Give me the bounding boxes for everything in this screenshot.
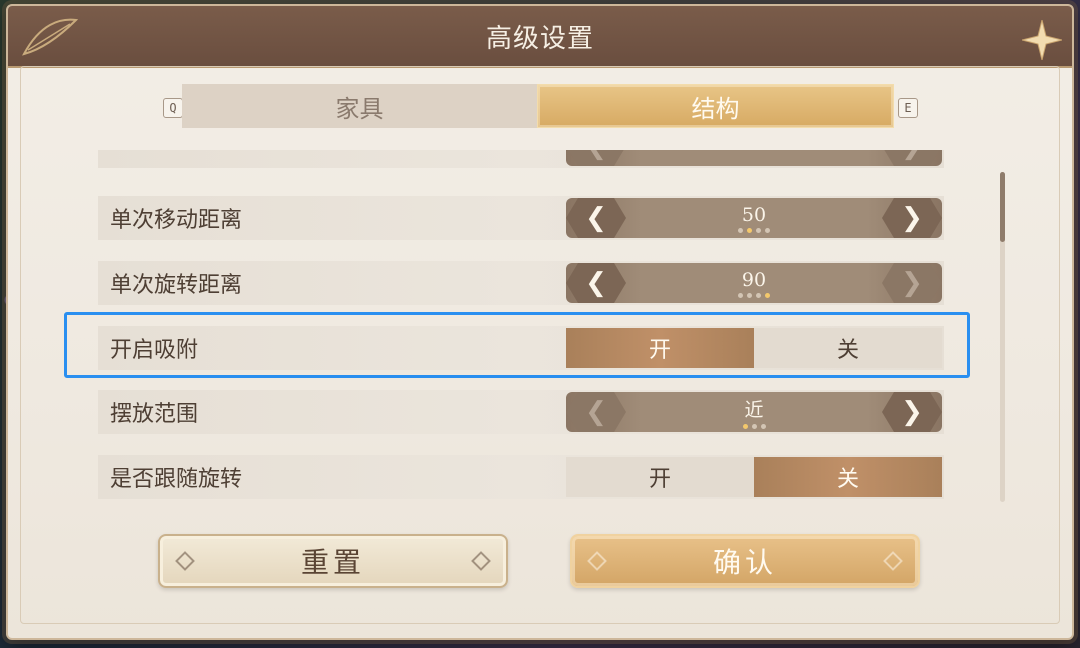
- settings-scrollbar[interactable]: [1000, 172, 1005, 502]
- settings-row-rotate-distance: 单次旋转距离 ❮ 90 ❯: [98, 261, 944, 305]
- settings-row-place-range: 摆放范围 ❮ 近 ❯: [98, 390, 944, 434]
- snap-off-option[interactable]: 关: [754, 328, 942, 368]
- diamond-ornament-icon: [175, 551, 195, 571]
- star-ornament-icon: [1022, 20, 1062, 60]
- chevron-right-icon: ❯: [882, 150, 942, 166]
- rotate-distance-label: 单次旋转距离: [110, 273, 243, 298]
- settings-row-partial: ❮ ❯: [98, 150, 944, 168]
- place-range-label: 摆放范围: [110, 402, 199, 427]
- move-distance-label: 单次移动距离: [110, 208, 243, 233]
- leaf-ornament-icon: [22, 18, 79, 56]
- scrollbar-thumb[interactable]: [1000, 172, 1005, 242]
- move-distance-value: 50: [741, 203, 767, 226]
- snap-on-option[interactable]: 开: [566, 328, 754, 368]
- move-distance-level-dots: [738, 227, 770, 233]
- category-tabs: 家具 结构: [182, 84, 894, 128]
- diamond-ornament-icon: [883, 551, 903, 571]
- reset-button-label: 重置: [300, 546, 365, 579]
- move-distance-stepper: ❮ 50 ❯: [566, 198, 942, 238]
- settings-row-snap: 开启吸附 开 关: [98, 326, 944, 370]
- diamond-ornament-icon: [587, 551, 607, 571]
- place-range-value: 近: [744, 399, 764, 421]
- place-range-increase-button[interactable]: ❯: [882, 392, 942, 432]
- settings-row-move-distance: 单次移动距离 ❮ 50 ❯: [98, 196, 944, 240]
- rotate-distance-stepper: ❮ 90 ❯: [566, 263, 942, 303]
- tab-next-key-hint: E: [898, 98, 918, 118]
- rotate-distance-level-dots: [738, 292, 770, 298]
- follow-rotation-toggle: 开 关: [566, 457, 942, 497]
- tab-structure[interactable]: 结构: [537, 84, 894, 128]
- settings-row-follow-rotation: 是否跟随旋转 开 关: [98, 455, 944, 499]
- chevron-left-icon: ❮: [566, 150, 626, 166]
- place-range-decrease-button[interactable]: ❮: [566, 392, 626, 432]
- place-range-level-dots: [742, 424, 766, 429]
- rotate-distance-decrease-button[interactable]: ❮: [566, 263, 626, 303]
- settings-list[interactable]: ❮ ❯ 单次移动距离 ❮ 50 ❯ 单次旋转距离 ❮: [98, 150, 944, 500]
- tab-prev-key-hint: Q: [163, 98, 183, 118]
- confirm-button[interactable]: 确认: [570, 534, 920, 588]
- follow-rotation-label: 是否跟随旋转: [110, 467, 243, 492]
- rotate-distance-increase-button[interactable]: ❯: [882, 263, 942, 303]
- reset-button[interactable]: 重置: [158, 534, 508, 588]
- snap-label: 开启吸附: [110, 338, 199, 363]
- dialog-header: 高级设置: [8, 6, 1072, 68]
- dialog-title: 高级设置: [485, 23, 594, 54]
- snap-toggle: 开 关: [566, 328, 942, 368]
- move-distance-increase-button[interactable]: ❯: [882, 198, 942, 238]
- partial-stepper: ❮ ❯: [566, 150, 942, 166]
- diamond-ornament-icon: [471, 551, 491, 571]
- follow-rotation-off-option[interactable]: 关: [754, 457, 942, 497]
- place-range-stepper: ❮ 近 ❯: [566, 392, 942, 432]
- rotate-distance-value: 90: [741, 268, 767, 291]
- follow-rotation-on-option[interactable]: 开: [566, 457, 754, 497]
- move-distance-decrease-button[interactable]: ❮: [566, 198, 626, 238]
- tab-furniture[interactable]: 家具: [182, 84, 537, 128]
- confirm-button-label: 确认: [712, 546, 777, 579]
